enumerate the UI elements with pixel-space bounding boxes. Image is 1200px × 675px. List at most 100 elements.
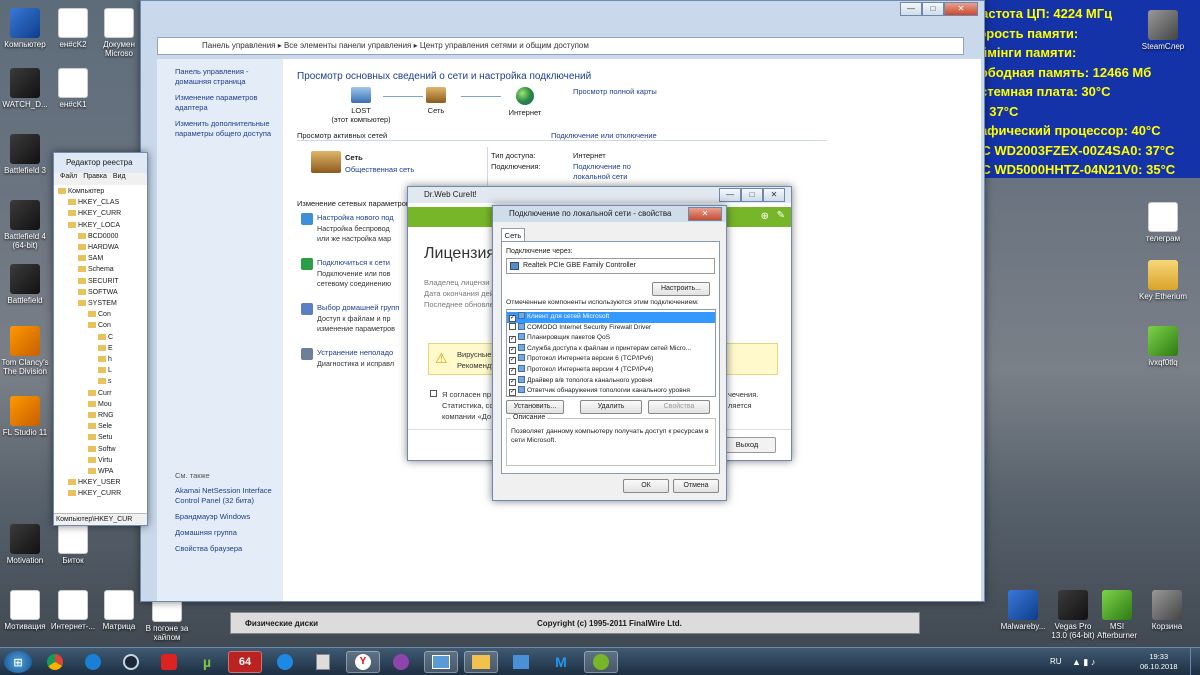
component-item[interactable]: ✓ Драйвер в/в тополога канального уровня <box>507 375 715 387</box>
network-type-link[interactable]: Общественная сеть <box>345 165 414 174</box>
drweb-maximize[interactable]: □ <box>741 188 763 202</box>
component-checkbox[interactable]: ✓ <box>509 346 516 354</box>
desktop-icon[interactable]: Malwareby... <box>996 590 1050 631</box>
breadcrumb-0[interactable]: Панель управления <box>202 41 276 50</box>
minimize-button[interactable]: — <box>900 2 922 16</box>
desktop-icon[interactable]: Компьютер <box>0 8 52 49</box>
desktop-icon[interactable]: Tom Clancy's The Division <box>0 326 52 376</box>
component-checkbox[interactable]: ✓ <box>509 378 516 386</box>
properties-close[interactable]: ✕ <box>688 207 722 221</box>
desktop-icon[interactable]: Биток <box>46 524 100 565</box>
registry-key[interactable]: E <box>58 343 147 354</box>
registry-key[interactable]: RNG <box>58 410 147 421</box>
close-button[interactable]: ✕ <box>944 2 978 16</box>
taskbar-utorrent[interactable]: µ <box>190 651 224 673</box>
component-item[interactable]: COMODO Internet Security Firewall Driver <box>507 322 715 334</box>
properties-button[interactable]: Свойства <box>648 400 710 414</box>
maximize-button[interactable]: □ <box>922 2 944 16</box>
breadcrumb-1[interactable]: Все элементы панели управления <box>284 41 411 50</box>
desktop-icon[interactable]: ен#сK1 <box>46 68 100 109</box>
registry-key[interactable]: s <box>58 376 147 387</box>
agree-checkbox[interactable] <box>430 390 437 397</box>
remove-button[interactable]: Удалить <box>580 400 642 414</box>
desktop-icon[interactable]: Key Etherium <box>1136 260 1190 301</box>
task-link[interactable]: Устранение неполадо <box>317 348 393 357</box>
component-item[interactable]: ✓ Протокол Интернета версии 6 (TCP/IPv6) <box>507 354 715 365</box>
see-also-homegroup[interactable]: Домашняя группа <box>175 528 277 538</box>
registry-key[interactable]: SOFTWA <box>58 287 147 298</box>
taskbar-speed[interactable] <box>268 651 302 673</box>
registry-key[interactable]: Virtu <box>58 455 147 466</box>
drweb-close[interactable]: ✕ <box>763 188 785 202</box>
component-checkbox[interactable] <box>509 322 516 330</box>
desktop-icon[interactable]: FL Studio 11 <box>0 396 52 437</box>
taskbar-uplay[interactable] <box>76 651 110 673</box>
taskbar-firewall[interactable] <box>152 651 186 673</box>
taskbar-explorer[interactable] <box>464 651 498 673</box>
component-item[interactable]: ✓ Протокол Интернета версии 4 (TCP/IPv4) <box>507 364 715 376</box>
menu-edit[interactable]: Правка <box>83 173 107 185</box>
taskbar-regedit[interactable] <box>504 651 538 673</box>
full-map-link[interactable]: Просмотр полной карты <box>573 87 657 96</box>
show-desktop-button[interactable] <box>1190 648 1200 675</box>
menu-file[interactable]: Файл <box>60 173 77 185</box>
taskbar-browser[interactable] <box>384 651 418 673</box>
configure-button[interactable]: Настроить... <box>652 282 710 296</box>
desktop-icon[interactable]: Докумен Microso <box>92 8 146 58</box>
menu-view[interactable]: Вид <box>113 173 126 185</box>
connection-link[interactable]: Подключение по локальной сети <box>573 162 643 182</box>
tray-icons[interactable]: ▲ ▮ ♪ <box>1072 657 1095 668</box>
registry-key[interactable]: SYSTEM <box>58 298 147 309</box>
desktop-icon[interactable]: телеграм <box>1136 202 1190 243</box>
component-checkbox[interactable]: ✓ <box>509 315 516 322</box>
cancel-button[interactable]: Отмена <box>673 479 719 493</box>
wrench-icon[interactable]: ✎ <box>777 210 785 221</box>
registry-key[interactable]: h <box>58 354 147 365</box>
drweb-minimize[interactable]: — <box>719 188 741 202</box>
sidebar-link-adapter[interactable]: Изменение параметров адаптера <box>175 93 277 113</box>
breadcrumb-2[interactable]: Центр управления сетями и общим доступом <box>420 41 589 50</box>
registry-key[interactable]: WPA <box>58 466 147 477</box>
registry-key[interactable]: Softw <box>58 444 147 455</box>
registry-key[interactable]: HKEY_LOCA <box>58 220 147 231</box>
component-item[interactable]: ✓ Служба доступа к файлам и принтерам сет… <box>507 343 715 355</box>
taskbar-network[interactable] <box>424 651 458 673</box>
registry-key[interactable]: Setu <box>58 432 147 443</box>
desktop-icon[interactable]: Корзина <box>1140 590 1194 631</box>
component-item[interactable]: ✓ Планировщик пакетов QoS <box>507 333 715 344</box>
registry-key[interactable]: C <box>58 332 147 343</box>
registry-key[interactable]: Sele <box>58 421 147 432</box>
sidebar-link-home[interactable]: Панель управления - домашняя страница <box>175 67 277 87</box>
globe-icon[interactable]: ⊕ <box>761 211 769 222</box>
registry-key[interactable]: Mou <box>58 399 147 410</box>
registry-key[interactable]: Con <box>58 320 147 331</box>
registry-key[interactable]: SECURIT <box>58 276 147 287</box>
desktop-icon[interactable]: Battlefield 3 <box>0 134 52 175</box>
registry-key[interactable]: HARDWA <box>58 242 147 253</box>
registry-key[interactable]: HKEY_CLAS <box>58 197 147 208</box>
connect-disconnect-link[interactable]: Подключение или отключение <box>551 131 657 140</box>
ok-button[interactable]: ОК <box>623 479 669 493</box>
desktop-icon[interactable]: Мотивация <box>0 590 52 631</box>
desktop-icon[interactable]: Battlefield <box>0 264 52 305</box>
taskbar-yandex[interactable]: Y <box>346 651 380 673</box>
registry-key[interactable]: SAM <box>58 253 147 264</box>
desktop-icon[interactable]: Battlefield 4 (64-bit) <box>0 200 52 250</box>
taskbar-malwarebytes[interactable]: M <box>544 651 578 673</box>
desktop-icon[interactable]: ivxqf0tlq <box>1136 326 1190 367</box>
component-checkbox[interactable]: ✓ <box>509 367 516 375</box>
taskbar-chrome[interactable] <box>38 651 72 673</box>
registry-key[interactable]: Компьютер <box>58 186 147 197</box>
desktop-icon[interactable]: WATCH_D... <box>0 68 52 109</box>
language-indicator[interactable]: RU <box>1050 657 1062 666</box>
component-item[interactable]: ✓ Клиент для сетей Microsoft <box>507 312 715 323</box>
start-button[interactable]: ⊞ <box>4 651 32 673</box>
see-also-browser[interactable]: Свойства браузера <box>175 544 277 554</box>
desktop-icon[interactable]: Motivation <box>0 524 52 565</box>
task-link[interactable]: Выбор домашней групп <box>317 303 399 312</box>
registry-key[interactable]: HKEY_CURR <box>58 208 147 219</box>
taskbar-calculator[interactable] <box>306 651 340 673</box>
component-item[interactable]: ✓ Ответчик обнаружения топологии канально… <box>507 386 715 397</box>
taskbar-aida64[interactable]: 64 <box>228 651 262 673</box>
registry-key[interactable]: HKEY_CURR <box>58 488 147 499</box>
